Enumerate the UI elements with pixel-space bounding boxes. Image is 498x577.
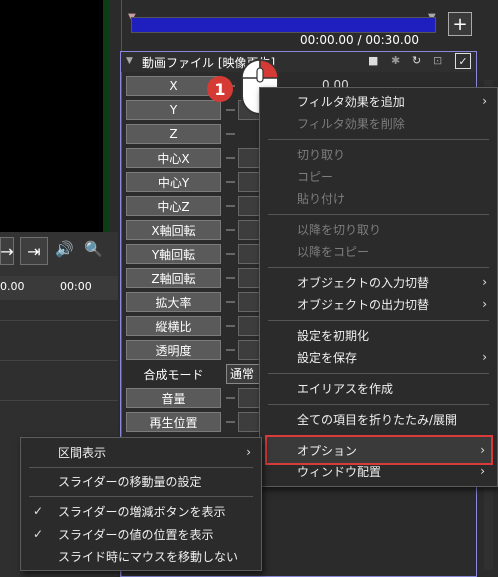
menu-item-window-layout[interactable]: ウィンドウ配置 › (260, 460, 495, 482)
menu-item-options[interactable]: オプション › (260, 439, 495, 461)
menu-item-input-switch[interactable]: オブジェクトの入力切替 › (260, 271, 497, 293)
ruler-label: 0.00 (0, 280, 25, 293)
param-z-rotation[interactable]: Z軸回転 (126, 268, 221, 288)
menu-separator (29, 467, 253, 468)
menu-item-copy-after[interactable]: 以降をコピー (260, 240, 497, 262)
menu-separator (268, 214, 489, 215)
submenu-item-no-mouse-move[interactable]: スライド時にマウスを移動しない (21, 545, 261, 567)
slider-track[interactable] (226, 301, 235, 303)
time-readout: 00:00.00 / 00:30.00 (300, 33, 420, 47)
param-volume[interactable]: 音量 (126, 388, 221, 408)
menu-item-reset-settings[interactable]: 設定を初期化 (260, 324, 497, 346)
menu-item-cut-after[interactable]: 以降を切り取り (260, 218, 497, 240)
ruler-label: 00:00 (60, 280, 92, 293)
param-opacity[interactable]: 透明度 (126, 340, 221, 360)
param-z[interactable]: Z (126, 124, 221, 144)
reset-icon[interactable]: ↻ (412, 54, 421, 67)
slider-track[interactable] (226, 397, 235, 399)
volume-icon[interactable]: 🔊 (55, 240, 74, 258)
menu-item-output-switch[interactable]: オブジェクトの出力切替 › (260, 293, 497, 315)
param-center-y[interactable]: 中心Y (126, 172, 221, 192)
context-menu: フィルタ効果を追加 › フィルタ効果を削除 切り取り コピー 貼り付け 以降を切り… (259, 87, 498, 487)
seek-bar[interactable] (131, 17, 436, 33)
menu-item-save-settings[interactable]: 設定を保存 › (260, 346, 497, 368)
camera-icon[interactable]: ■ (368, 54, 378, 67)
param-aspect[interactable]: 縦横比 (126, 316, 221, 336)
submenu-item-show-value-position[interactable]: ✓ スライダーの値の位置を表示 (21, 523, 261, 545)
slider-track[interactable] (226, 133, 235, 135)
slider-track[interactable] (226, 181, 235, 183)
slider-track[interactable] (226, 349, 235, 351)
slider-track[interactable] (226, 277, 235, 279)
enable-checkbox[interactable]: ✓ (455, 53, 471, 69)
slider-track[interactable] (226, 253, 235, 255)
prev-button[interactable]: → (0, 237, 14, 265)
options-submenu: 区間表示 › スライダーの移動量の設定 ✓ スライダーの増減ボタンを表示 ✓ スライダ… (20, 437, 262, 571)
param-scale[interactable]: 拡大率 (126, 292, 221, 312)
timeline-edge (103, 0, 109, 232)
slider-track[interactable] (226, 421, 235, 423)
menu-item-copy[interactable]: コピー (260, 165, 497, 187)
lock-icon[interactable]: ⊡ (433, 54, 442, 67)
step-badge-1: 1 (207, 76, 233, 102)
menu-item-remove-filter[interactable]: フィルタ効果を削除 (260, 112, 497, 134)
param-center-x[interactable]: 中心X (126, 148, 221, 168)
param-blend-label: 合成モード (143, 367, 204, 382)
slider-track[interactable] (226, 205, 235, 207)
slider-track[interactable] (226, 229, 235, 231)
submenu-item-range-display[interactable]: 区間表示 › (21, 441, 261, 463)
blend-mode-select[interactable]: 通常 (226, 364, 262, 384)
param-y-rotation[interactable]: Y軸回転 (126, 244, 221, 264)
submenu-item-slider-step[interactable]: スライダーの移動量の設定 (21, 470, 261, 492)
menu-item-add-filter[interactable]: フィルタ効果を追加 › (260, 90, 497, 112)
menu-separator (29, 496, 253, 497)
menu-item-cut[interactable]: 切り取り (260, 143, 497, 165)
zoom-icon[interactable]: 🔍 (84, 240, 103, 258)
menu-separator (268, 267, 489, 268)
menu-separator (268, 373, 489, 374)
param-playback-position[interactable]: 再生位置 (126, 412, 221, 432)
param-center-z[interactable]: 中心Z (126, 196, 221, 216)
slider-track[interactable] (226, 157, 235, 159)
jump-end-button[interactable]: ⇥ (20, 237, 48, 265)
preview-area (0, 0, 108, 232)
menu-separator (268, 404, 489, 405)
menu-separator (268, 320, 489, 321)
submenu-item-show-step-buttons[interactable]: ✓ スライダーの増減ボタンを表示 (21, 500, 261, 522)
menu-item-create-alias[interactable]: エイリアスを作成 (260, 377, 497, 399)
effect-icon[interactable]: ✱ (391, 54, 400, 67)
menu-separator (268, 139, 489, 140)
menu-item-collapse-all[interactable]: 全ての項目を折りたたみ/展開 (260, 408, 497, 430)
slider-track[interactable] (226, 325, 235, 327)
collapse-icon[interactable]: ▼ (126, 56, 133, 66)
param-y[interactable]: Y (126, 100, 221, 120)
add-filter-button[interactable]: + (448, 12, 472, 36)
param-x-rotation[interactable]: X軸回転 (126, 220, 221, 240)
menu-item-paste[interactable]: 貼り付け (260, 187, 497, 209)
timeline-ruler[interactable]: 0.00 00:00 (0, 276, 118, 301)
slider-track[interactable] (226, 109, 235, 111)
